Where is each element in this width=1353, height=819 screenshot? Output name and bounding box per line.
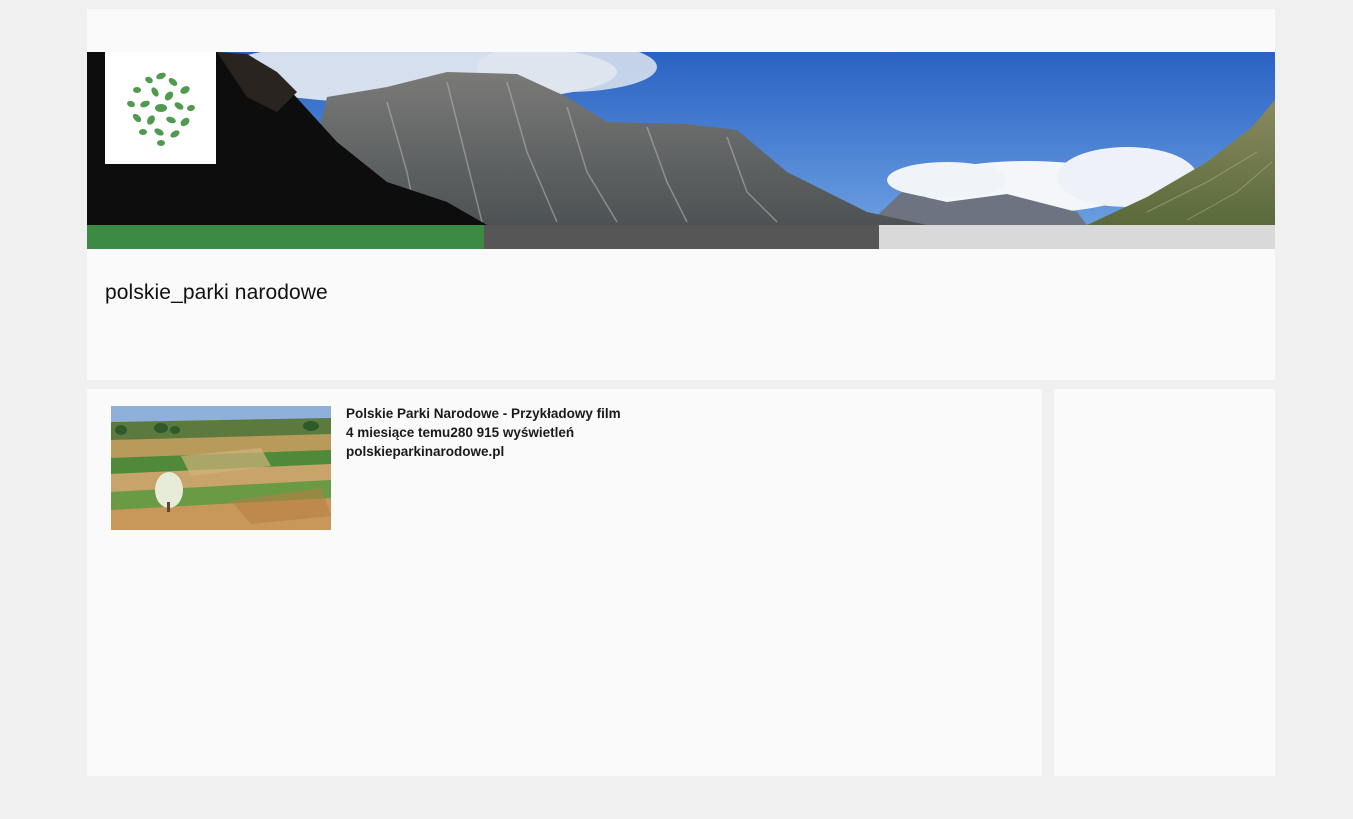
sidebar-panel — [1054, 389, 1275, 776]
video-thumbnail[interactable] — [111, 406, 331, 530]
accent-stripe-green — [87, 225, 484, 249]
video-age: 4 miesiące temu — [346, 425, 451, 440]
channel-logo — [105, 52, 216, 164]
video-views: 280 915 wyświetleń — [450, 425, 575, 440]
video-meta: Polskie Parki Narodowe - Przykładowy fil… — [346, 404, 621, 461]
video-list-panel: Polskie Parki Narodowe - Przykładowy fil… — [87, 389, 1042, 776]
video-title[interactable]: Polskie Parki Narodowe - Przykładowy fil… — [346, 404, 621, 423]
video-item[interactable]: Polskie Parki Narodowe - Przykładowy fil… — [111, 406, 811, 531]
green-leaves-logo-icon — [126, 72, 195, 146]
fields-landscape-thumbnail — [111, 406, 331, 530]
channel-header: polskie_parki narodowe — [87, 9, 1275, 380]
accent-stripe-light — [879, 225, 1275, 249]
channel-banner — [87, 52, 1275, 225]
accent-stripe-dark — [484, 225, 879, 249]
video-stats: 4 miesiące temu280 915 wyświetleń — [346, 423, 621, 442]
video-url[interactable]: polskieparkinarodowe.pl — [346, 442, 621, 461]
channel-title: polskie_parki narodowe — [105, 281, 328, 304]
